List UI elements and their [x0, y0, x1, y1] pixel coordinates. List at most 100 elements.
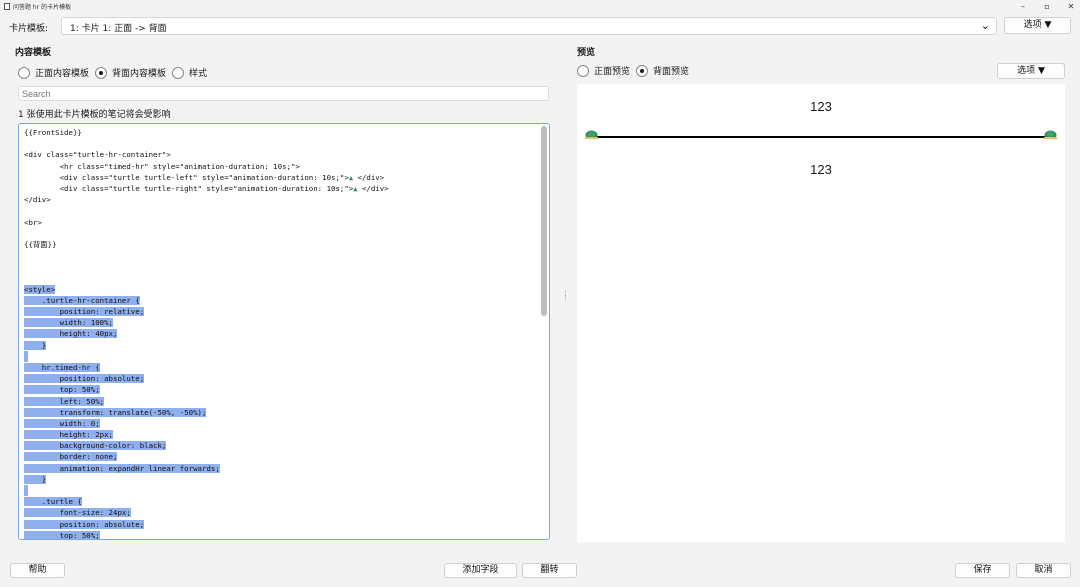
preview-radio-group: 正面预览 背面预览 [577, 64, 695, 77]
code-line-text: .turtle { [24, 497, 82, 507]
radio-front-preview[interactable]: 正面预览 [577, 64, 630, 77]
cancel-button[interactable]: 取消 [1016, 563, 1071, 578]
card-type-value: 1: 卡片 1: 正面 -> 背面 [70, 24, 167, 34]
code-line: top: 50%; [24, 530, 539, 540]
radio-back-preview-circle[interactable] [636, 64, 649, 77]
code-line-text: {{FrontSide}} [24, 128, 82, 137]
code-line: hr.timed-hr { [24, 362, 539, 373]
code-line-text: } [24, 340, 47, 350]
app-icon [4, 2, 10, 10]
title-bar: 问答题 hr 的卡片模板 – ▫ ✕ [0, 0, 1080, 12]
code-line: position: absolute; [24, 519, 539, 530]
card-preview: 123 123 [577, 84, 1065, 542]
splitter-handle[interactable]: ⋮ ⋮ [562, 291, 569, 304]
code-line-text: width: 0; [24, 418, 100, 428]
preview-options-button[interactable]: 选项 ▼ [997, 63, 1065, 79]
code-line-text: top: 50%; [24, 530, 100, 540]
preview-front-text: 123 [810, 99, 832, 114]
code-line-text: {{背面}} [24, 239, 57, 249]
code-line: width: 100%; [24, 317, 539, 328]
code-line: } [24, 340, 539, 351]
code-line-tail: </div> [357, 183, 389, 193]
code-line: position: relative; [24, 306, 539, 317]
radio-back-template-label: 背面内容模板 [112, 69, 167, 79]
code-line-text: position: relative; [24, 307, 145, 316]
code-line: </div> [24, 194, 539, 205]
code-line-text: border: none; [24, 452, 118, 462]
radio-front-template[interactable]: 正面内容模板 [18, 66, 89, 79]
radio-back-preview-label: 背面预览 [653, 67, 690, 77]
code-line: font-size: 24px; [24, 507, 539, 518]
turtle-right-icon [1044, 130, 1057, 139]
code-line-text: <div class="turtle-hr-container"> [24, 150, 171, 160]
code-content[interactable]: {{FrontSide}} <div class="turtle-hr-conta… [24, 127, 539, 540]
code-line: background-color: black; [24, 440, 539, 451]
code-line: {{FrontSide}} [24, 127, 539, 138]
code-line: <div class="turtle turtle-right" style="… [24, 183, 539, 194]
turtle-left-icon [585, 130, 598, 139]
code-line-text: </div> [24, 195, 51, 205]
code-line: {{背面}} [24, 239, 539, 250]
editor-scrollbar[interactable] [541, 126, 547, 316]
code-line-text: font-size: 24px; [24, 508, 131, 518]
add-field-button[interactable]: 添加字段 [444, 563, 517, 578]
code-line-text: background-color: black; [24, 441, 167, 451]
search-input[interactable] [18, 86, 549, 101]
code-line-text: <div class="turtle turtle-right" style="… [24, 183, 354, 193]
card-options-button[interactable]: 选项 ▼ [1004, 17, 1071, 34]
code-line: width: 0; [24, 418, 539, 429]
code-line: .turtle-hr-container { [24, 295, 539, 306]
radio-back-template-circle[interactable] [95, 66, 108, 79]
window-controls: – ▫ ✕ [1018, 0, 1076, 12]
radio-front-preview-label: 正面预览 [594, 67, 631, 77]
radio-back-template[interactable]: 背面内容模板 [95, 66, 166, 79]
radio-styling-label: 样式 [189, 69, 208, 79]
radio-front-preview-circle[interactable] [577, 64, 589, 77]
code-line: transform: translate(-50%, -50%); [24, 407, 539, 418]
help-button[interactable]: 帮助 [10, 563, 65, 578]
code-line-text: width: 100%; [24, 318, 113, 328]
code-line: left: 50%; [24, 396, 539, 407]
template-radio-group: 正面内容模板 背面内容模板 样式 [18, 66, 213, 79]
preview-section-title: 预览 [577, 48, 596, 58]
template-editor[interactable]: {{FrontSide}} <div class="turtle-hr-conta… [18, 123, 550, 540]
radio-styling-circle[interactable] [172, 66, 185, 79]
maximize-icon[interactable]: ▫ [1042, 2, 1052, 11]
code-line: .turtle { [24, 496, 539, 507]
code-line [24, 350, 539, 362]
preview-timed-hr [591, 136, 1052, 138]
radio-styling[interactable]: 样式 [172, 66, 207, 79]
selection-gap [24, 485, 28, 497]
code-line-tail: </div> [353, 172, 385, 182]
affected-notes-notice: 1 张使用此卡片模板的笔记将会受影响 [18, 110, 171, 120]
code-line-text: .turtle-hr-container { [24, 295, 140, 305]
card-type-select[interactable]: 1: 卡片 1: 正面 -> 背面 ⌄ [61, 17, 997, 35]
window-title: 问答题 hr 的卡片模板 [13, 3, 72, 11]
code-line: position: absolute; [24, 373, 539, 384]
card-type-row: 卡片模板: 1: 卡片 1: 正面 -> 背面 ⌄ [0, 16, 1080, 36]
code-line-text: height: 40px; [24, 329, 118, 339]
minimize-icon[interactable]: – [1018, 2, 1028, 11]
flip-button[interactable]: 翻转 [522, 563, 577, 578]
code-line-text: height: 2px; [24, 430, 113, 440]
radio-front-template-circle[interactable] [18, 66, 30, 79]
radio-back-preview[interactable]: 背面预览 [636, 64, 689, 77]
code-line: height: 2px; [24, 429, 539, 440]
code-line: } [24, 474, 539, 485]
code-line: top: 50%; [24, 384, 539, 395]
code-line: <div class="turtle-hr-container"> [24, 149, 539, 160]
code-line: border: none; [24, 451, 539, 462]
code-line-text: top: 50%; [24, 385, 100, 395]
code-line: <br> [24, 217, 539, 228]
code-line: animation: expandHr linear forwards; [24, 463, 539, 474]
selection-gap [24, 350, 28, 362]
radio-front-template-label: 正面内容模板 [35, 69, 90, 79]
close-icon[interactable]: ✕ [1066, 2, 1076, 11]
save-button[interactable]: 保存 [955, 563, 1010, 578]
code-line-text: <div class="turtle turtle-left" style="a… [24, 172, 349, 182]
card-type-label: 卡片模板: [9, 24, 49, 34]
template-section-title: 内容模板 [15, 48, 52, 58]
